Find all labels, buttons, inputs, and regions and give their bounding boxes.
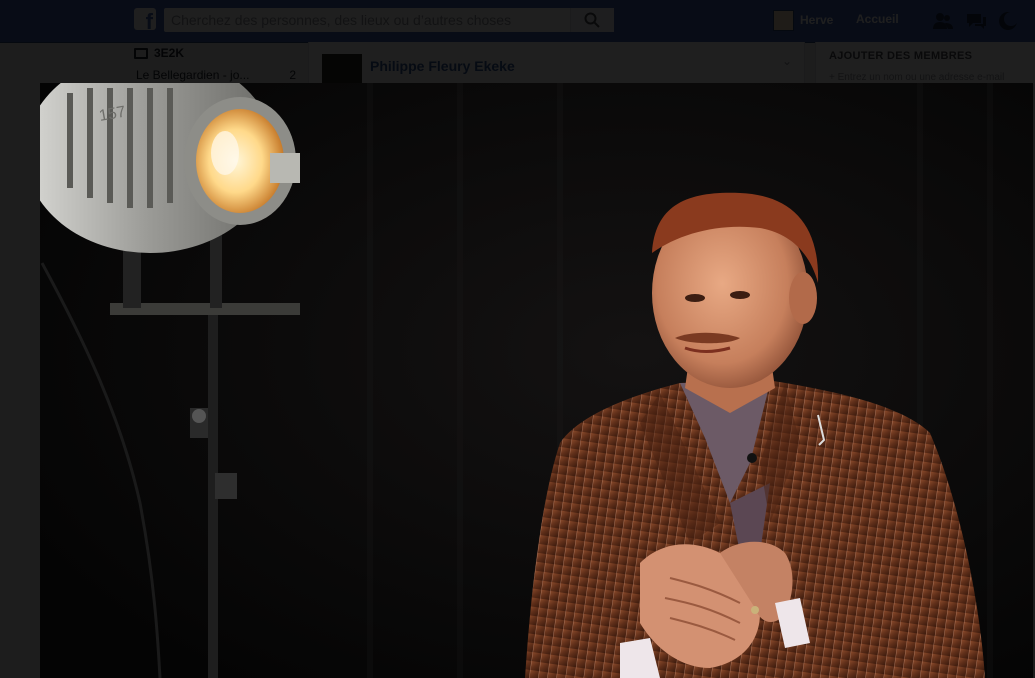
search-box: [164, 8, 614, 32]
post-card: Philippe Fleury Ekeke ⌄: [308, 42, 805, 84]
profile-link[interactable]: Herve: [773, 9, 833, 31]
sidebar-item-group-subitem[interactable]: Le Bellegardien - jo... 2: [136, 68, 296, 82]
avatar: [773, 9, 794, 31]
group-icon: [134, 47, 148, 59]
profile-name: Herve: [800, 13, 834, 27]
add-members-panel: AJOUTER DES MEMBRES + Entrez un nom ou u…: [815, 42, 1035, 84]
add-members-heading: AJOUTER DES MEMBRES: [829, 50, 973, 62]
search-input[interactable]: [164, 8, 569, 32]
group-link[interactable]: 3E2K: [134, 46, 184, 60]
facebook-logo-icon[interactable]: f: [134, 8, 156, 33]
search-button[interactable]: [570, 8, 614, 32]
messages-icon[interactable]: [965, 10, 987, 32]
search-icon: [584, 12, 600, 28]
sidebar-item-label: Le Bellegardien - jo...: [136, 68, 250, 82]
group-name: 3E2K: [154, 46, 185, 60]
sidebar-item-count: 2: [289, 68, 296, 82]
add-members-input[interactable]: + Entrez un nom ou une adresse e-mail: [829, 72, 1004, 83]
globe-icon[interactable]: [997, 10, 1019, 32]
video-frame-image: 157: [40, 83, 1033, 678]
post-author-avatar[interactable]: [322, 54, 362, 84]
post-author-name[interactable]: Philippe Fleury Ekeke: [370, 58, 515, 74]
video-player[interactable]: 157: [40, 83, 1033, 678]
chevron-down-icon[interactable]: ⌄: [782, 54, 792, 68]
home-link[interactable]: Accueil: [856, 12, 899, 26]
friends-icon[interactable]: [932, 10, 954, 32]
top-navigation-bar: f Herve Accueil: [0, 0, 1035, 43]
